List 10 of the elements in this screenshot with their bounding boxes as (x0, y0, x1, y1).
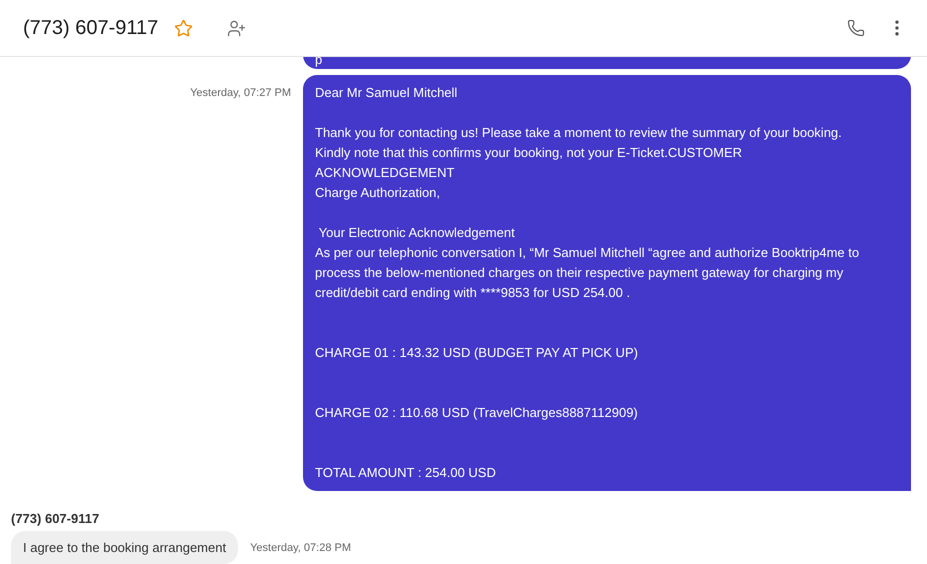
outgoing-message: p (303, 57, 911, 69)
add-contact-icon[interactable] (227, 18, 246, 38)
sender-name: (773) 607-9117 (11, 511, 100, 526)
message-time: Yesterday, 07:27 PM (190, 86, 291, 99)
star-icon[interactable] (174, 18, 194, 38)
incoming-message: I agree to the booking arrangement (11, 531, 238, 564)
outgoing-message: Dear Mr Samuel Mitchell Thank you for contacting us! Please take a moment to review the summary of your booking. Kindly note that this confirms your booking, not your E-Ticket.CUSTOMER ACKNOWLEDGEMENT Charge Authorization, Your Electronic Acknowledgement As per our telephonic conversation I, “Mr Samuel Mitchell “agree and authorize Booktrip4me to process the below-mentioned charges on their respective payment gateway for charging my credit/debit card ending with ****9853 for USD 254.00 . CHARGE 01 : 143.32 USD (BUDGET PAY AT PICK UP) CHARGE 02 : 110.68 USD (TravelCharges8887112909) TOTAL AMOUNT : 254.00 USD (303, 75, 911, 491)
contact-title: (773) 607-9117 (23, 16, 158, 40)
message-time: Yesterday, 07:28 PM (250, 542, 351, 554)
phone-icon[interactable] (847, 19, 865, 37)
